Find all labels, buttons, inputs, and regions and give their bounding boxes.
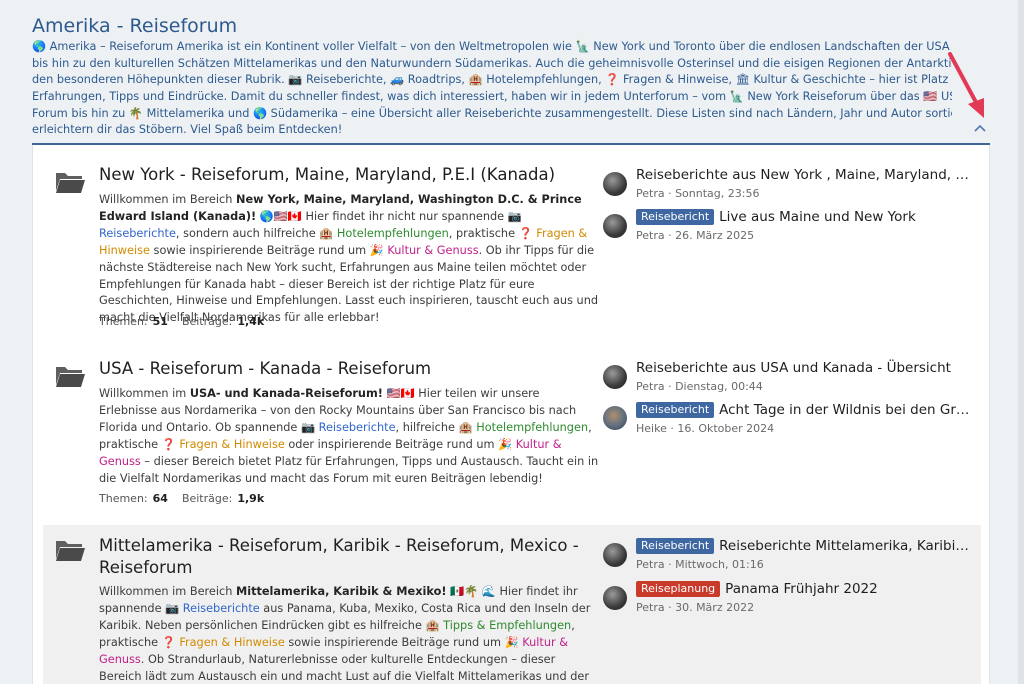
stat-themen-count: 51 (152, 315, 168, 328)
desc-bold-text: USA- und Kanada-Reiseforum! (189, 387, 383, 400)
chevron-up-icon (974, 124, 986, 132)
category-description-line: erleichtern dir das Stöbern. Viel Spaß b… (32, 123, 343, 137)
latest-thread-meta[interactable]: Petra · Mittwoch, 01:16 (636, 558, 764, 571)
category-description-line: Erfahrungen, Tipps und Eindrücke. Damit … (32, 90, 952, 104)
annotation-arrow-icon (948, 52, 984, 118)
link-tipps-empfehlungen[interactable]: Tipps & Empfehlungen (443, 619, 571, 632)
prefix-badge[interactable]: Reisebericht (636, 209, 715, 225)
stat-label-beitraege: Beiträge: (181, 492, 233, 505)
avatar[interactable] (603, 586, 627, 610)
forum-description: Willkommen im USA- und Kanada-Reiseforum… (99, 386, 599, 487)
link-reiseberichte[interactable]: Reiseberichte (183, 602, 260, 615)
prefix-badge[interactable]: Reisebericht (636, 538, 715, 554)
latest-thread-title[interactable]: Reisebericht Acht Tage in der Wildnis bei… (636, 401, 971, 419)
avatar[interactable] (603, 365, 627, 389)
link-kultur-genuss[interactable]: Kultur & Genuss (387, 244, 478, 257)
forum-list: New York - Reiseforum, Maine, Maryland, … (32, 145, 990, 684)
link-reiseberichte[interactable]: Reiseberichte (99, 227, 176, 240)
stat-label-beitraege: Beiträge: (181, 315, 233, 328)
forum-description: Willkommen im Bereich Mittelamerika, Kar… (99, 584, 599, 684)
forum-node: Mittelamerika - Reiseforum, Karibik - Re… (43, 525, 981, 684)
forum-stats: Themen: 64 Beiträge: 1,9k (99, 492, 278, 505)
desc-text: oder inspirierende Beiträge rund um 🎉 (284, 437, 516, 451)
folder-icon (56, 367, 85, 387)
desc-text: – dieser Bereich bietet Platz für Erfahr… (99, 454, 599, 485)
link-fragen-hinweise[interactable]: Fragen & Hinweise (179, 438, 284, 451)
desc-text: Willkommen im Bereich (99, 585, 236, 598)
latest-thread-title[interactable]: Reiseplanung Panama Frühjahr 2022 (636, 580, 971, 598)
latest-thread-meta[interactable]: Petra · 30. März 2022 (636, 601, 754, 614)
desc-text: , hilfreiche 🏨 (395, 420, 477, 434)
page-scrollbar-track[interactable] (1018, 0, 1024, 684)
forum-title-line[interactable]: Reiseforum (99, 557, 589, 579)
desc-text: Willkommen im (99, 387, 190, 400)
forum-title-line[interactable]: Mittelamerika - Reiseforum, Karibik - Re… (99, 535, 589, 557)
prefix-badge[interactable]: Reiseplanung (636, 581, 721, 597)
forum-page: Amerika - Reiseforum 🌎 Amerika – Reisefo… (0, 0, 1024, 684)
category-title[interactable]: Amerika - Reiseforum (32, 15, 237, 37)
forum-title[interactable]: Mittelamerika - Reiseforum, Karibik - Re… (99, 535, 589, 579)
link-reiseberichte[interactable]: Reiseberichte (319, 421, 396, 434)
thread-title-text[interactable]: Reiseberichte Mittelamerika, Karibik, Me… (719, 538, 971, 554)
desc-bold-text: Mittelamerika, Karibik & Mexiko! (235, 585, 447, 598)
category-description-line: 🌎 Amerika – Reiseforum Amerika ist ein K… (32, 40, 952, 53)
stat-themen-count: 64 (152, 492, 168, 505)
latest-thread-meta[interactable]: Heike · 16. Oktober 2024 (636, 422, 774, 435)
folder-icon (56, 173, 85, 193)
latest-thread-meta[interactable]: Petra · 26. März 2025 (636, 229, 754, 242)
desc-text: 🌎🇺🇸🇨🇦 Hier findet ihr nicht nur spannend… (256, 209, 522, 223)
latest-thread-title[interactable]: Reiseberichte aus New York , Maine, Mary… (636, 166, 971, 184)
prefix-badge[interactable]: Reisebericht (636, 402, 715, 418)
thread-title-text[interactable]: Panama Frühjahr 2022 (725, 581, 878, 597)
desc-text: , praktische ❓ (448, 226, 537, 240)
forum-title[interactable]: USA - Reiseforum - Kanada - Reiseforum (99, 358, 589, 380)
thread-title-text[interactable]: Acht Tage in der Wildnis bei den Grizzly… (719, 402, 971, 418)
stat-beitraege-count: 1,9k (237, 492, 265, 505)
avatar[interactable] (603, 214, 627, 238)
forum-node: New York - Reiseforum, Maine, Maryland, … (43, 145, 981, 339)
stat-label-themen: Themen: (99, 315, 148, 328)
desc-text: sowie inspirierende Beiträge rund um 🎉 (149, 243, 388, 257)
forum-description: Willkommen im Bereich New York, Maine, M… (99, 192, 599, 327)
stat-label-themen: Themen: (99, 492, 148, 505)
thread-title-text[interactable]: Live aus Maine und New York (719, 209, 916, 225)
link-hotelempfehlungen[interactable]: Hotelempfehlungen (337, 227, 449, 240)
latest-thread-title[interactable]: Reiseberichte aus USA und Kanada - Übers… (636, 359, 971, 377)
folder-icon (56, 541, 85, 561)
latest-thread-title[interactable]: Reisebericht Reiseberichte Mittelamerika,… (636, 537, 971, 555)
avatar[interactable] (603, 543, 627, 567)
category-description-line: Forum bis hin zu 🌴 Mittelamerika und 🌎 S… (32, 106, 952, 120)
link-hotelempfehlungen[interactable]: Hotelempfehlungen (476, 421, 588, 434)
latest-thread-meta[interactable]: Petra · Dienstag, 00:44 (636, 380, 763, 393)
latest-thread-meta[interactable]: Petra · Sonntag, 23:56 (636, 187, 759, 200)
collapse-category-button[interactable] (968, 118, 992, 138)
desc-text: Willkommen im Bereich (99, 193, 236, 206)
latest-thread-title[interactable]: Reisebericht Live aus Maine und New York (636, 208, 971, 226)
category-description-line: bis hin zu den kulturellen Schätzen Mitt… (32, 56, 952, 70)
desc-text: . Ob Strandurlaub, Naturerlebnisse oder … (99, 652, 589, 683)
category-description: 🌎 Amerika – Reiseforum Amerika ist ein K… (32, 39, 952, 139)
link-fragen-hinweise[interactable]: Fragen & Hinweise (179, 636, 284, 649)
stat-beitraege-count: 1,4k (237, 315, 265, 328)
avatar[interactable] (603, 406, 627, 430)
desc-text: sowie inspirierende Beiträge rund um 🎉 (284, 635, 523, 649)
forum-title[interactable]: New York - Reiseforum, Maine, Maryland, … (99, 164, 589, 186)
forum-node: USA - Reiseforum - Kanada - Reiseforum W… (43, 339, 981, 525)
category-description-line: den besonderen Höhepunkten dieser Rubrik… (32, 73, 952, 87)
desc-text: , sondern auch hilfreiche 🏨 (175, 226, 337, 240)
forum-stats: Themen: 51 Beiträge: 1,4k (99, 315, 278, 328)
avatar[interactable] (603, 172, 627, 196)
